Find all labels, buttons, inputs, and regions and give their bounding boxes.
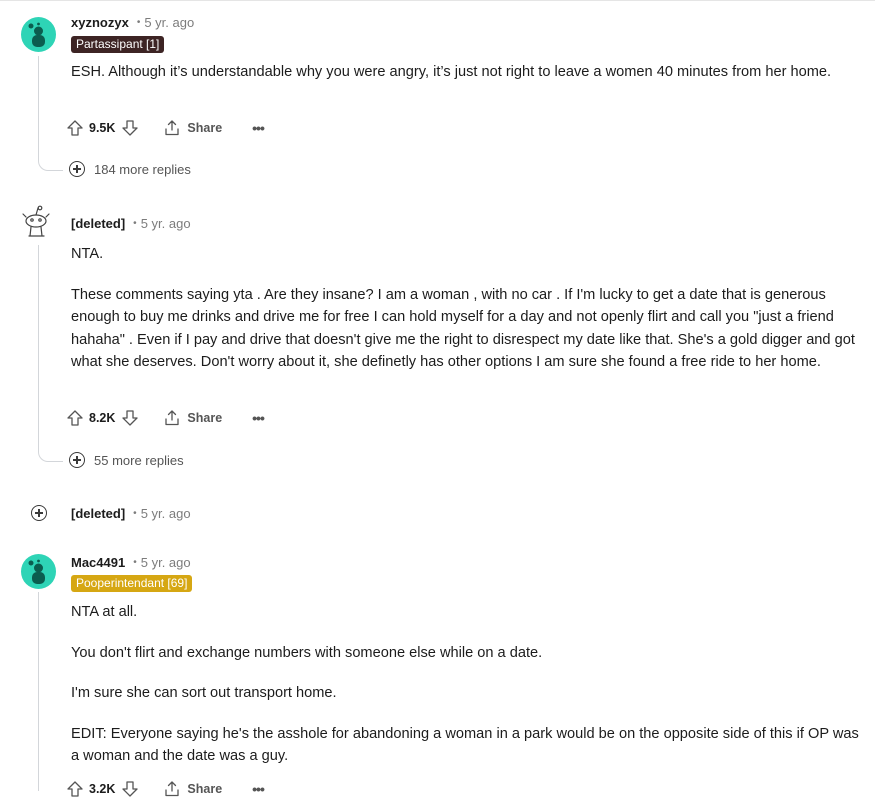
expand-icon — [69, 161, 85, 177]
comment-paragraph: You don't flirt and exchange numbers wit… — [71, 644, 543, 661]
author-name[interactable]: xyznozyx — [71, 15, 129, 30]
timestamp[interactable]: 5 yr. ago — [141, 555, 191, 570]
comment-meta: [deleted] • 5 yr. ago — [71, 506, 191, 521]
more-replies-label: 55 more replies — [94, 452, 184, 468]
upvote-icon[interactable] — [66, 409, 84, 427]
comment-meta: xyznozyx • 5 yr. ago — [71, 15, 194, 30]
more-replies-button[interactable]: 184 more replies — [69, 161, 191, 177]
timestamp[interactable]: 5 yr. ago — [144, 15, 194, 30]
vote-group: 8.2K — [66, 409, 139, 427]
share-button[interactable]: Share — [163, 409, 222, 427]
vote-count: 9.5K — [89, 121, 116, 135]
comment-actions: 8.2K Share ••• — [66, 406, 265, 430]
comment-paragraph: ESH. Although it’s understandable why yo… — [71, 64, 832, 80]
user-flair: Pooperintendant [69] — [71, 575, 193, 592]
upvote-icon[interactable] — [66, 780, 84, 798]
comment-meta: [deleted] • 5 yr. ago — [71, 216, 191, 231]
comment-paragraph: I'm sure she can sort out transport home… — [71, 685, 337, 701]
vote-group: 3.2K — [66, 780, 139, 798]
upvote-icon[interactable] — [66, 119, 84, 137]
expand-icon — [69, 452, 85, 468]
comment-paragraph: These comments saying yta . Are they ins… — [71, 286, 855, 371]
thread-line[interactable] — [38, 56, 39, 160]
thread-elbow — [38, 451, 63, 462]
overflow-icon[interactable]: ••• — [252, 781, 265, 797]
comment-paragraph: NTA at all. — [71, 604, 138, 620]
author-name[interactable]: Mac4491 — [71, 555, 125, 570]
overflow-icon[interactable]: ••• — [252, 120, 265, 136]
share-icon — [165, 781, 180, 797]
vote-group: 9.5K — [66, 119, 139, 137]
share-label: Share — [187, 121, 223, 135]
avatar[interactable] — [21, 17, 56, 52]
downvote-icon[interactable] — [121, 780, 139, 798]
comment-meta: Mac4491 • 5 yr. ago — [71, 555, 191, 570]
more-replies-label: 184 more replies — [94, 161, 191, 177]
deleted-user-avatar-icon — [22, 205, 50, 237]
share-label: Share — [187, 411, 223, 425]
timestamp[interactable]: 5 yr. ago — [141, 506, 191, 521]
separator-dot: • — [133, 508, 137, 519]
comment-paragraph: EDIT: Everyone saying he's the asshole f… — [71, 725, 859, 765]
comment-actions: 3.2K Share ••• — [66, 777, 265, 801]
downvote-icon[interactable] — [121, 409, 139, 427]
comment-paragraph: NTA. — [71, 246, 104, 262]
share-icon — [165, 410, 180, 426]
snoo-avatar-icon — [28, 559, 45, 584]
author-name: [deleted] — [71, 216, 126, 231]
share-label: Share — [187, 782, 223, 796]
more-replies-button[interactable]: 55 more replies — [69, 452, 184, 468]
downvote-icon[interactable] — [121, 119, 139, 137]
expand-comment-button[interactable] — [31, 505, 56, 521]
avatar[interactable] — [21, 554, 56, 589]
vote-count: 3.2K — [89, 782, 116, 796]
timestamp[interactable]: 5 yr. ago — [141, 216, 191, 231]
comment-body: NTA. These comments saying yta . Are the… — [71, 243, 861, 374]
author-name: [deleted] — [71, 506, 126, 521]
user-flair: Partassipant [1] — [71, 36, 165, 53]
share-button[interactable]: Share — [163, 119, 222, 137]
thread-elbow — [38, 160, 63, 171]
separator-dot: • — [133, 218, 137, 229]
expand-icon — [31, 505, 47, 521]
thread-line[interactable] — [38, 245, 39, 451]
thread-line[interactable] — [38, 592, 39, 791]
separator-dot: • — [136, 17, 141, 28]
overflow-icon[interactable]: ••• — [252, 410, 265, 426]
comment-body: ESH. Although it’s understandable why yo… — [71, 61, 861, 84]
snoo-avatar-icon — [28, 22, 45, 47]
vote-count: 8.2K — [89, 411, 116, 425]
top-divider — [0, 0, 875, 1]
separator-dot: • — [133, 557, 137, 568]
comment-body: NTA at all. You don't flirt and exchange… — [71, 601, 861, 768]
comment-actions: 9.5K Share ••• — [66, 116, 265, 140]
share-icon — [165, 120, 180, 136]
share-button[interactable]: Share — [163, 780, 222, 798]
